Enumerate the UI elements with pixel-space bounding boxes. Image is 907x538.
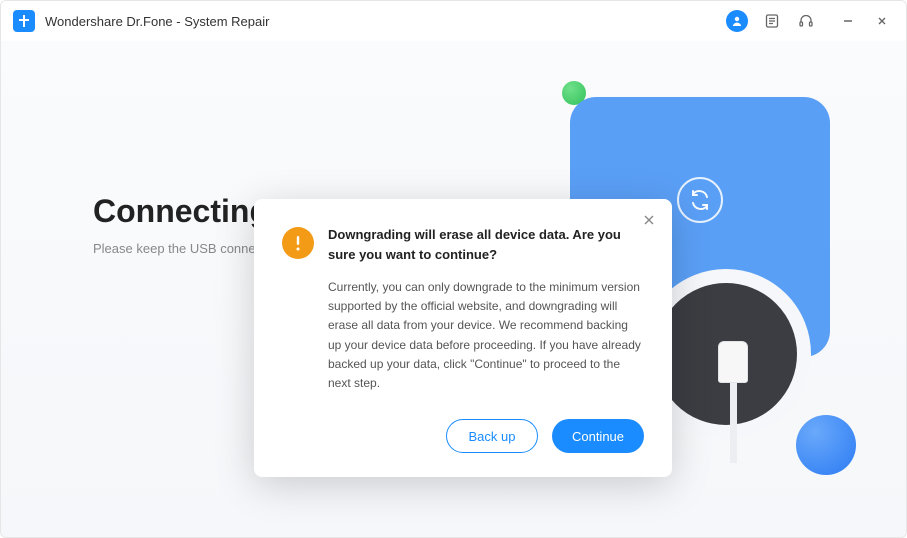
titlebar-right: [726, 9, 894, 33]
app-window: Wondershare Dr.Fone - System Repair: [0, 0, 907, 538]
close-icon[interactable]: [640, 211, 658, 229]
continue-button[interactable]: Continue: [552, 419, 644, 453]
sync-icon: [677, 177, 723, 223]
dialog-body: Currently, you can only downgrade to the…: [328, 278, 644, 393]
warning-icon: [282, 227, 314, 259]
titlebar: Wondershare Dr.Fone - System Repair: [1, 1, 906, 41]
backup-button[interactable]: Back up: [446, 419, 538, 453]
usb-cable-illustration: [718, 341, 748, 461]
content-area: Connecting... Please keep the USB connec…: [1, 41, 906, 537]
dialog-actions: Back up Continue: [282, 419, 644, 453]
dialog-title: Downgrading will erase all device data. …: [328, 225, 644, 264]
decorative-blue-ball-icon: [796, 415, 856, 475]
window-controls: [836, 9, 894, 33]
user-account-icon[interactable]: [726, 10, 748, 32]
app-logo-icon: [13, 10, 35, 32]
minimize-button[interactable]: [836, 9, 860, 33]
app-title: Wondershare Dr.Fone - System Repair: [45, 14, 269, 29]
confirm-dialog: Downgrading will erase all device data. …: [254, 199, 672, 477]
headset-support-icon[interactable]: [796, 11, 816, 31]
close-window-button[interactable]: [870, 9, 894, 33]
feedback-icon[interactable]: [762, 11, 782, 31]
